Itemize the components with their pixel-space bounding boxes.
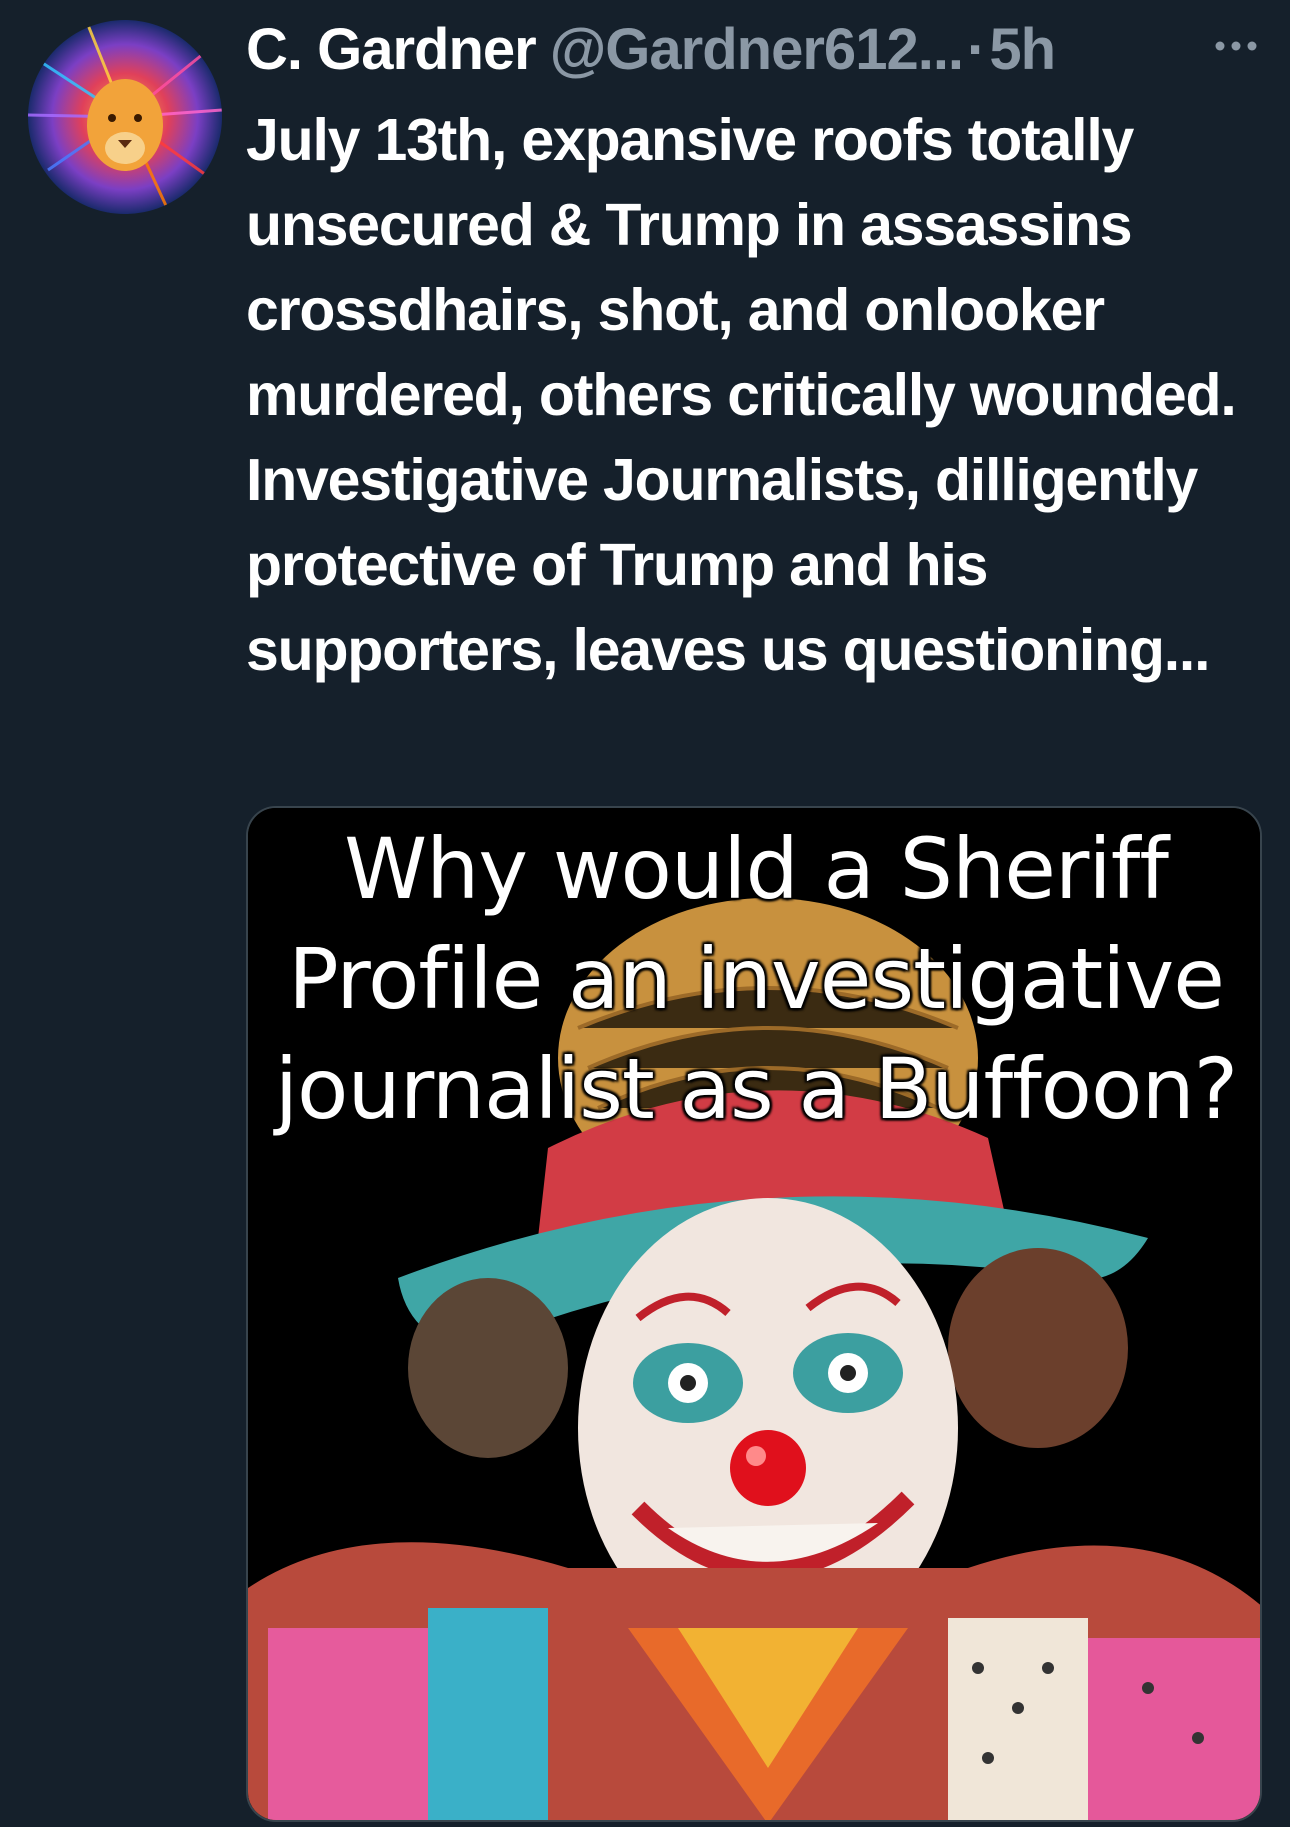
caption-line: journalist as a Buffoon?: [274, 1040, 1239, 1138]
caption-line: Profile an investigative: [288, 930, 1225, 1028]
more-options-icon: [1215, 41, 1257, 51]
header-separator: ·: [967, 16, 986, 82]
author-avatar[interactable]: [28, 20, 222, 214]
tweet-media-image[interactable]: Why would a Sheriff Profile an investiga…: [246, 806, 1262, 1822]
lion-avatar-icon: [28, 20, 222, 214]
media-caption: Why would a Sheriff Profile an investiga…: [248, 808, 1260, 1144]
tweet-header: C. Gardner @Gardner612... · 5h: [246, 14, 1276, 84]
caption-line: Why would a Sheriff: [344, 820, 1169, 918]
author-display-name[interactable]: C. Gardner: [246, 16, 537, 83]
more-options-button[interactable]: [1208, 18, 1264, 74]
tweet[interactable]: C. Gardner @Gardner612... · 5h July 13th…: [0, 0, 1290, 1827]
author-handle[interactable]: @Gardner612...: [550, 16, 964, 83]
tweet-timestamp[interactable]: 5h: [989, 16, 1056, 83]
tweet-text: July 13th, expansive roofs totally unsec…: [246, 107, 1237, 683]
